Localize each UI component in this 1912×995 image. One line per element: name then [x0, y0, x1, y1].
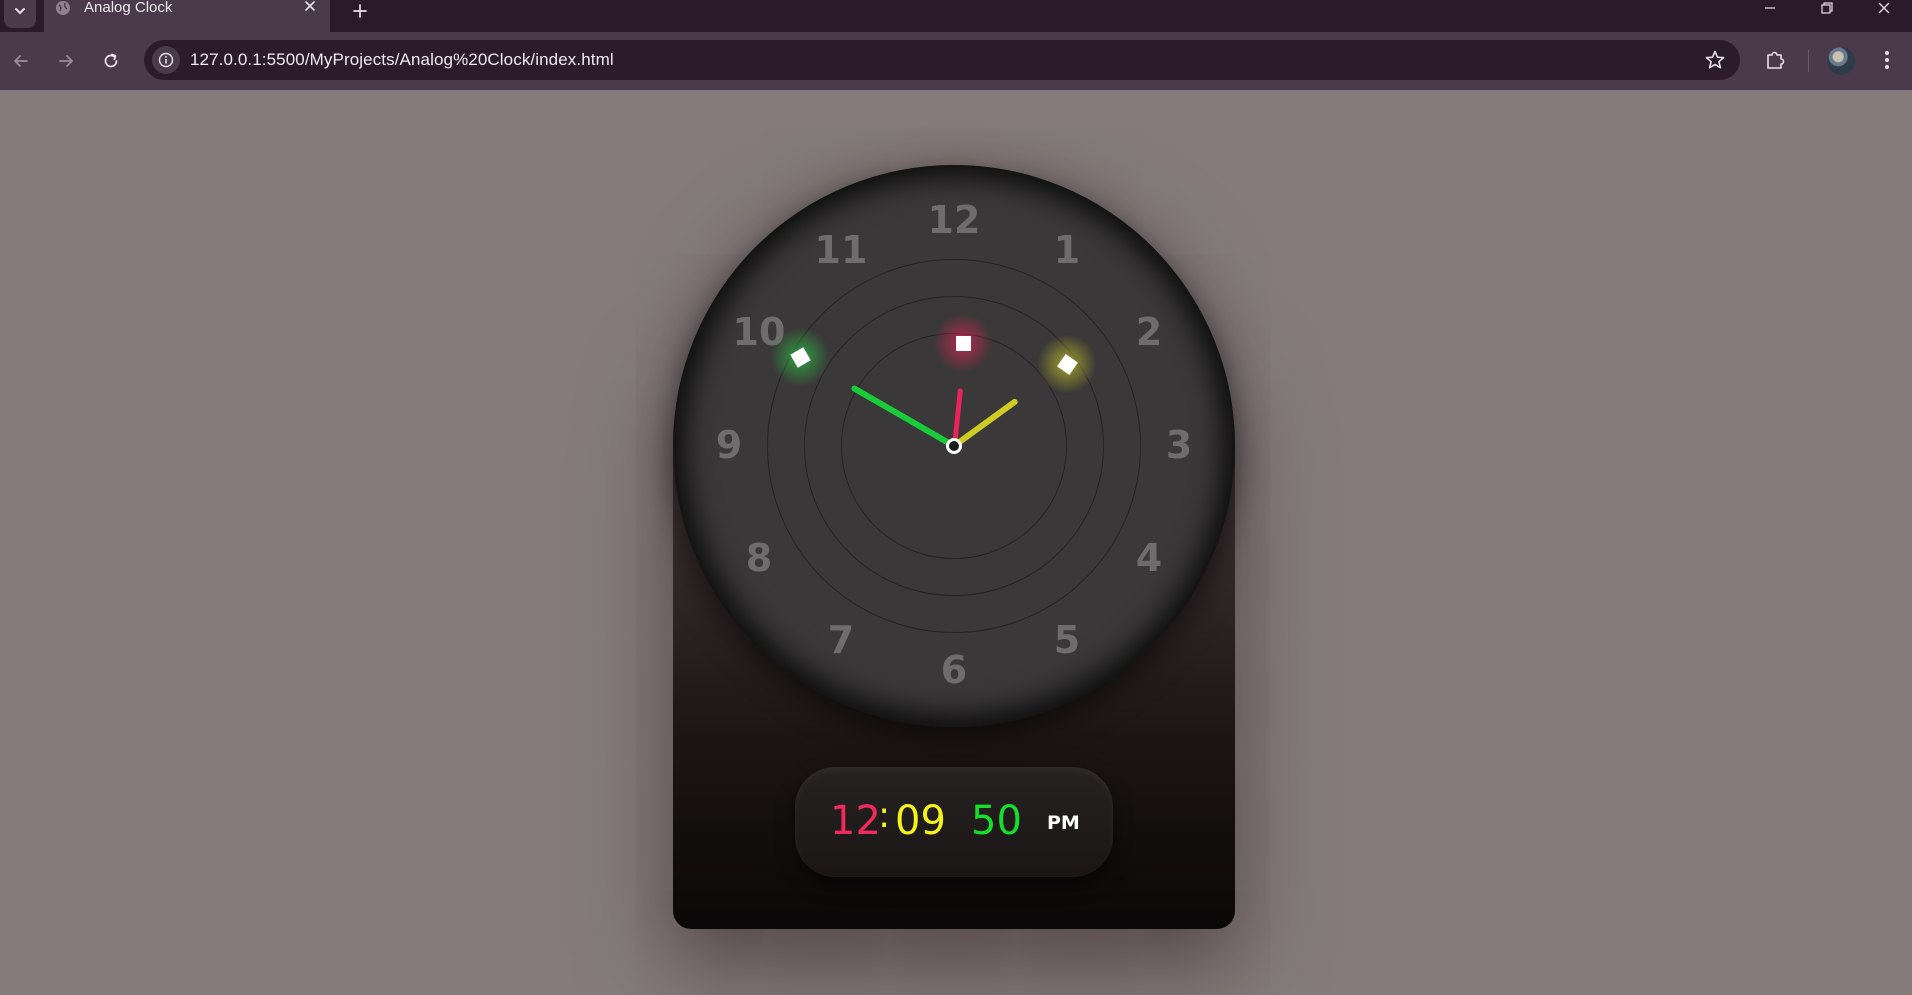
clock-number-7: 7	[827, 618, 855, 662]
clock-number-4: 4	[1135, 536, 1163, 580]
star-icon[interactable]	[1704, 49, 1726, 71]
chevron-down-icon	[15, 8, 25, 15]
tab-analog-clock[interactable]: Analog Clock	[44, 0, 330, 32]
puzzle-icon	[1767, 51, 1785, 69]
clock-number-6: 6	[940, 648, 968, 692]
digital-seconds: 50	[971, 798, 1022, 844]
reload-button[interactable]	[96, 46, 126, 76]
clock-face: 12 1 2 3 4 5 6 7 8 9 10 11	[673, 165, 1235, 727]
reload-icon	[104, 53, 118, 68]
digital-clock: 12 : 09 50 PM	[795, 767, 1113, 877]
globe-icon	[56, 1, 70, 15]
clock-number-8: 8	[745, 536, 773, 580]
profile-avatar[interactable]	[1827, 47, 1855, 75]
url-text[interactable]: 127.0.0.1:5500/MyProjects/Analog%20Clock…	[190, 50, 614, 70]
restore-button[interactable]	[1803, 0, 1851, 20]
clock-number-11: 11	[814, 228, 868, 272]
digital-minutes: 09	[895, 798, 946, 844]
address-bar[interactable]: 127.0.0.1:5500/MyProjects/Analog%20Clock…	[144, 40, 1740, 80]
clock-number-5: 5	[1053, 618, 1081, 662]
restore-icon	[1821, 2, 1833, 14]
extensions-button[interactable]	[1760, 45, 1790, 75]
info-icon	[158, 52, 174, 68]
clock-number-1: 1	[1053, 228, 1081, 272]
clock-center-pivot	[946, 438, 962, 454]
toolbar-divider	[1808, 50, 1809, 72]
close-icon[interactable]	[302, 0, 318, 14]
plus-icon	[353, 4, 367, 18]
clock-number-12: 12	[927, 198, 981, 242]
browser-toolbar: 127.0.0.1:5500/MyProjects/Analog%20Clock…	[0, 32, 1912, 90]
new-tab-button[interactable]	[348, 0, 372, 23]
clock-number-9: 9	[715, 423, 743, 467]
second-marker	[955, 335, 971, 351]
forward-button[interactable]	[51, 46, 81, 76]
digital-hours: 12	[830, 798, 881, 844]
site-info-button[interactable]	[152, 46, 180, 74]
clock-number-2: 2	[1135, 310, 1163, 354]
digital-separator: :	[878, 795, 891, 836]
arrow-right-icon	[59, 55, 73, 67]
minimize-icon	[1765, 7, 1775, 9]
tab-strip: Analog Clock	[0, 0, 1912, 32]
minimize-button[interactable]	[1746, 0, 1794, 20]
arrow-left-icon	[14, 55, 28, 67]
clock-number-3: 3	[1165, 423, 1193, 467]
tab-search-button[interactable]	[4, 0, 36, 28]
back-button[interactable]	[6, 46, 36, 76]
tab-title: Analog Clock	[84, 0, 173, 16]
close-icon	[1878, 2, 1890, 14]
digital-ampm: PM	[1047, 812, 1080, 834]
browser-menu-button[interactable]	[1872, 45, 1902, 75]
kebab-menu-icon	[1885, 51, 1889, 69]
close-window-button[interactable]	[1860, 0, 1908, 20]
